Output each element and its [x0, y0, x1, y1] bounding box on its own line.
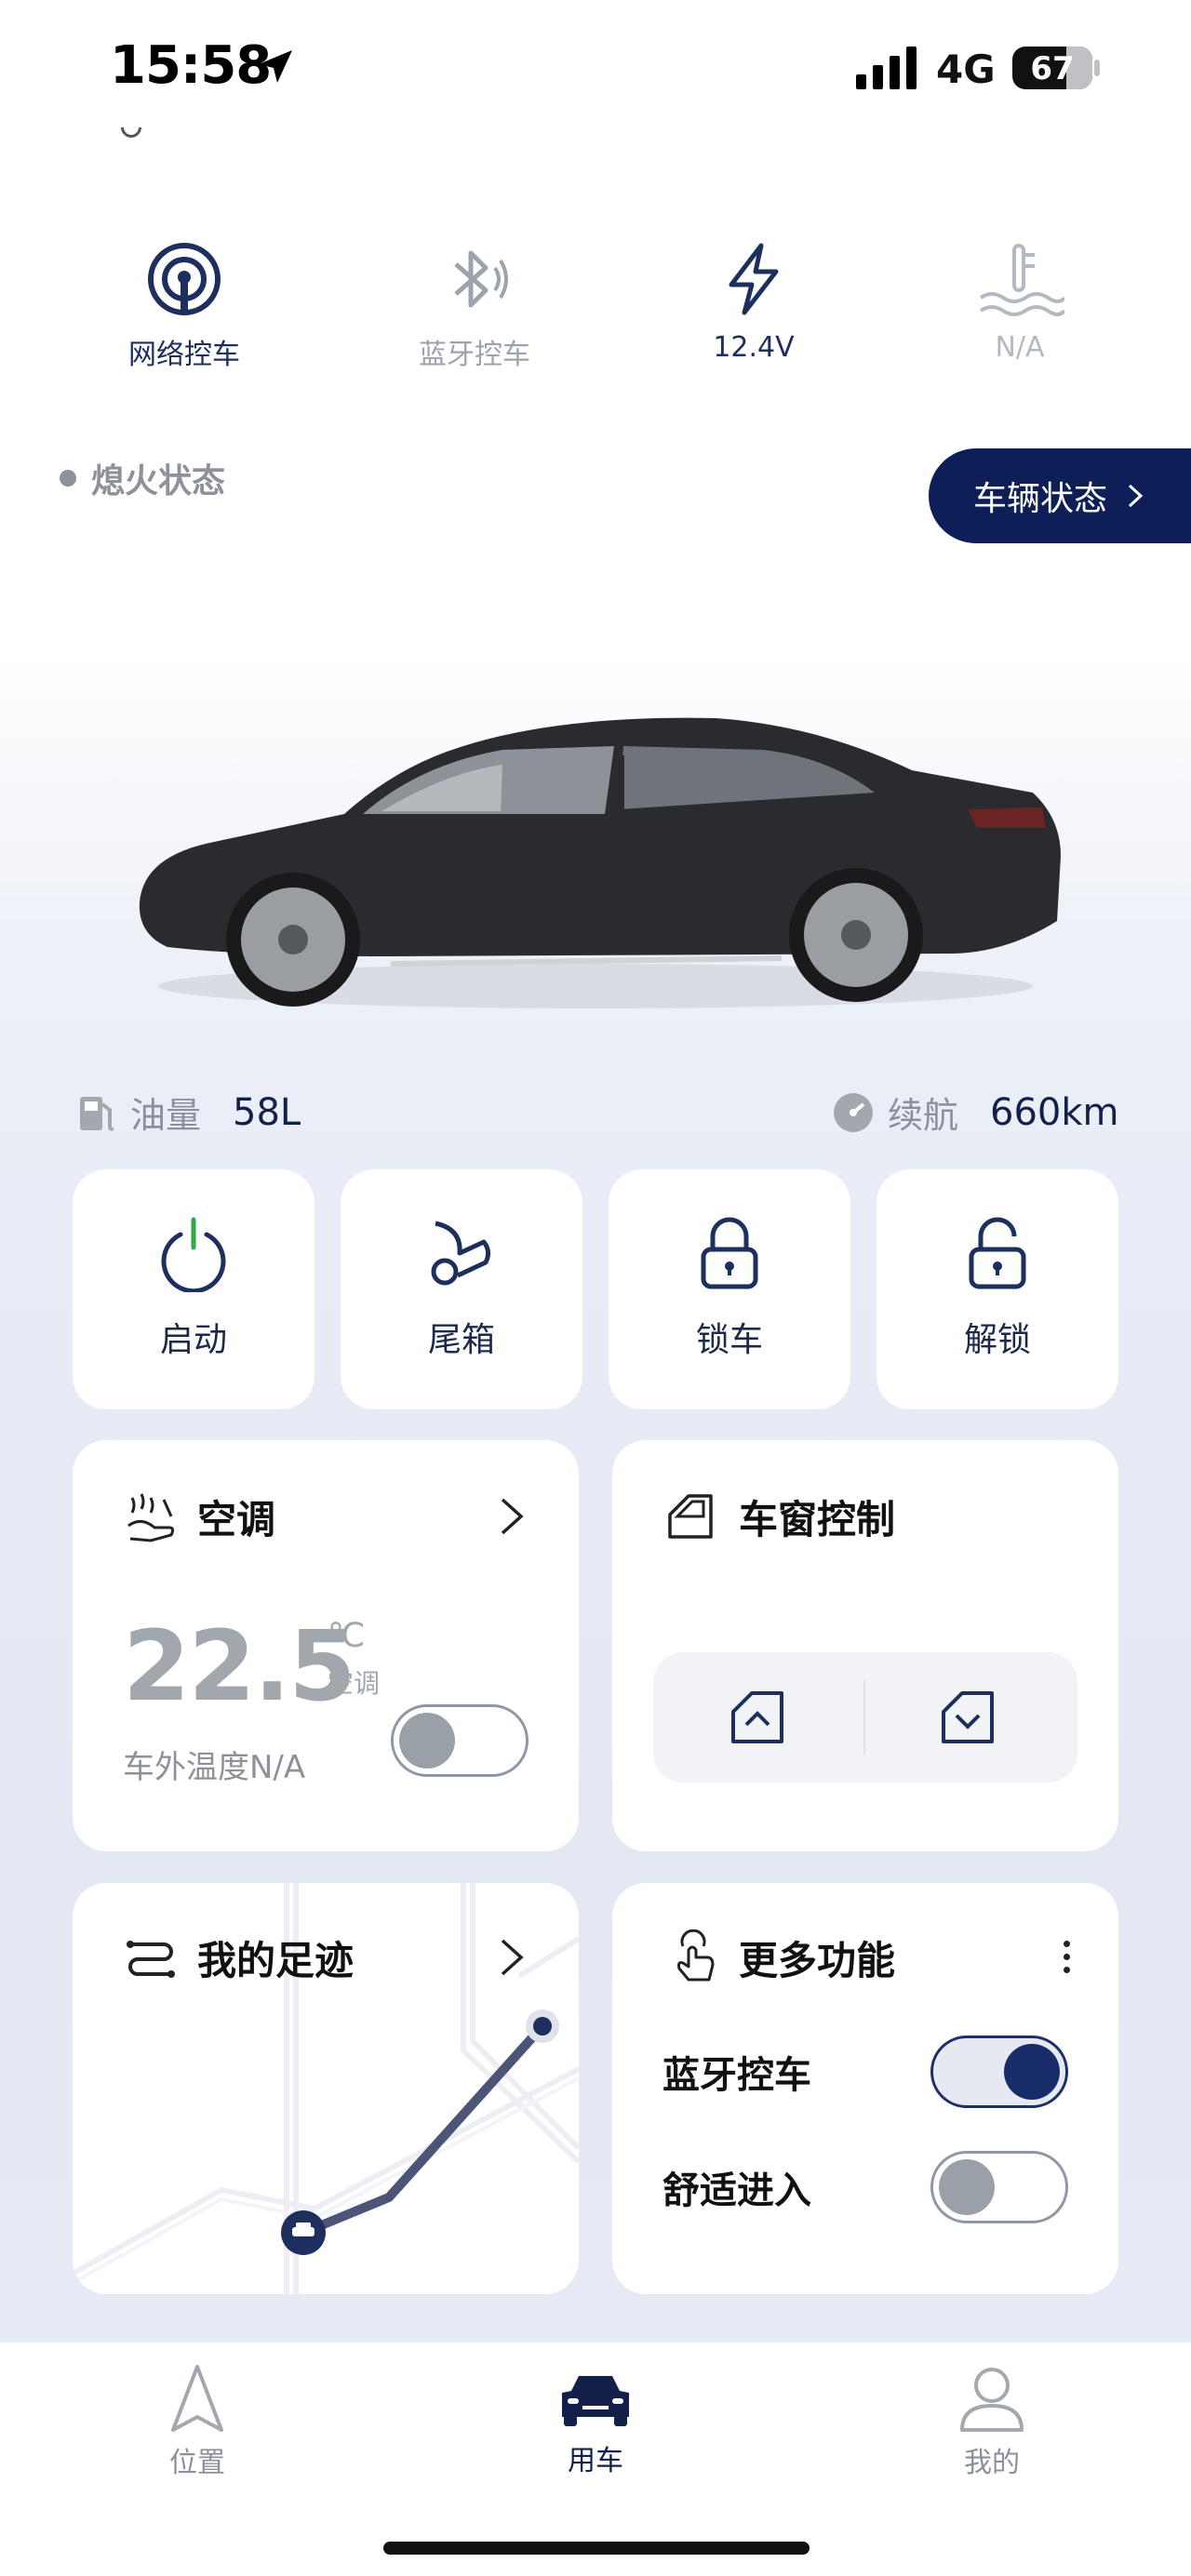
start-label: 启动 [159, 1321, 227, 1359]
start-button[interactable]: 启动 [73, 1169, 314, 1409]
window-divider [863, 1680, 865, 1755]
battery-indicator: 67 [1012, 47, 1092, 89]
range-value: 660km [990, 1090, 1119, 1134]
chevron-right-icon[interactable] [493, 1494, 530, 1539]
home-indicator [383, 2542, 810, 2555]
speedometer-icon [834, 1092, 873, 1132]
toggle-knob [1004, 2044, 1060, 2100]
battery-level: 67 [1030, 50, 1075, 87]
network-signal-icon [148, 243, 221, 315]
comfort-entry-toggle[interactable] [930, 2151, 1068, 2223]
location-services-icon [259, 50, 292, 83]
nav-label: 我的 [964, 2447, 1020, 2479]
stat-network-control[interactable]: 网络控车 [91, 240, 277, 372]
car-image [139, 717, 1062, 1008]
stat-label: N/A [995, 331, 1045, 364]
window-up-button[interactable] [728, 1688, 787, 1747]
bottom-nav: 位置 用车 我的 [0, 2341, 1191, 2576]
car-icon [562, 2376, 629, 2426]
climate-icon [127, 1493, 175, 1542]
climate-toggle[interactable] [391, 1704, 529, 1777]
more-functions-title: 更多功能 [739, 1938, 896, 1983]
range-info: 续航 660km [832, 1087, 1119, 1138]
function-label-comfort-entry: 舒适进入 [662, 2169, 811, 2212]
cellular-signal-icon [856, 47, 917, 89]
climate-temperature: 22.5 [123, 1609, 356, 1723]
chevron-right-icon [1129, 484, 1144, 508]
function-label-bluetooth: 蓝牙控车 [662, 2054, 811, 2097]
vehicle-status-label: 车辆状态 [973, 480, 1108, 518]
outside-temperature: 车外温度N/A [123, 1749, 306, 1786]
bluetooth-control-toggle[interactable] [930, 2035, 1068, 2108]
pull-refresh-indicator [116, 113, 146, 142]
footprint-title: 我的足迹 [197, 1938, 355, 1983]
app-screen: 15:58 4G 67 网络控车 蓝牙控车 12.4V N/A 熄火状态 车辆状… [0, 0, 1191, 2576]
stat-bluetooth-control[interactable]: 蓝牙控车 [381, 240, 568, 372]
window-control-title: 车窗控制 [739, 1497, 896, 1542]
lock-button[interactable]: 锁车 [609, 1169, 850, 1409]
footprint-card[interactable]: 我的足迹 [73, 1883, 579, 2294]
location-arrow-icon [171, 2365, 223, 2432]
range-label: 续航 [888, 1095, 959, 1136]
status-time: 15:58 [110, 35, 272, 96]
nav-label: 位置 [169, 2447, 225, 2479]
climate-card[interactable]: 空调 22.5 ℃ 空调 车外温度N/A [73, 1440, 579, 1851]
lock-icon [701, 1217, 758, 1289]
climate-title: 空调 [197, 1497, 276, 1542]
fuel-value: 58L [233, 1090, 301, 1134]
more-options-icon[interactable] [1057, 1941, 1076, 1973]
nav-label: 用车 [568, 2445, 623, 2477]
power-icon [161, 1217, 226, 1292]
nav-profile[interactable]: 我的 [927, 2363, 1057, 2480]
toggle-knob [939, 2159, 995, 2215]
window-down-button[interactable] [938, 1688, 997, 1747]
fuel-label: 油量 [130, 1095, 202, 1136]
nav-car[interactable]: 用车 [530, 2370, 661, 2478]
trunk-icon [431, 1221, 491, 1286]
trunk-button[interactable]: 尾箱 [341, 1169, 582, 1409]
vehicle-status-button[interactable]: 车辆状态 [929, 448, 1191, 543]
stat-battery-voltage: 12.4V [661, 240, 847, 364]
car-window-icon [668, 1494, 713, 1539]
bluetooth-icon [454, 250, 508, 308]
coolant-temperature-icon [979, 244, 1064, 316]
stat-label: 12.4V [713, 331, 795, 364]
ignition-label: 熄火状态 [91, 462, 226, 501]
window-control-card: 车窗控制 [612, 1440, 1118, 1851]
stat-label: 蓝牙控车 [419, 339, 530, 371]
touch-icon [677, 1929, 715, 1982]
trunk-label: 尾箱 [427, 1321, 495, 1359]
toggle-knob [399, 1713, 455, 1768]
lock-label: 锁车 [695, 1321, 763, 1359]
route-line [299, 2022, 547, 2237]
climate-unit: ℃ [328, 1617, 366, 1655]
profile-icon [960, 2368, 1024, 2432]
lightning-icon [729, 243, 779, 315]
nav-location[interactable]: 位置 [132, 2363, 262, 2480]
unlock-button[interactable]: 解锁 [877, 1169, 1118, 1409]
unlock-icon [969, 1217, 1026, 1289]
unlock-label: 解锁 [963, 1321, 1031, 1359]
ignition-status: 熄火状态 [60, 454, 225, 502]
fuel-pump-icon [80, 1096, 114, 1131]
battery-cap [1094, 60, 1100, 76]
ignition-dot [60, 470, 76, 487]
stat-coolant-temperature: N/A [927, 240, 1113, 364]
more-functions-card: 更多功能 蓝牙控车 舒适进入 [612, 1883, 1118, 2294]
window-button-group [653, 1652, 1077, 1782]
network-type: 4G [936, 47, 996, 92]
stat-label: 网络控车 [128, 339, 240, 371]
climate-sub: 空调 [328, 1668, 381, 1699]
fuel-info: 油量 58L [76, 1087, 301, 1138]
chevron-right-icon[interactable] [493, 1935, 530, 1980]
route-icon [127, 1941, 175, 1978]
